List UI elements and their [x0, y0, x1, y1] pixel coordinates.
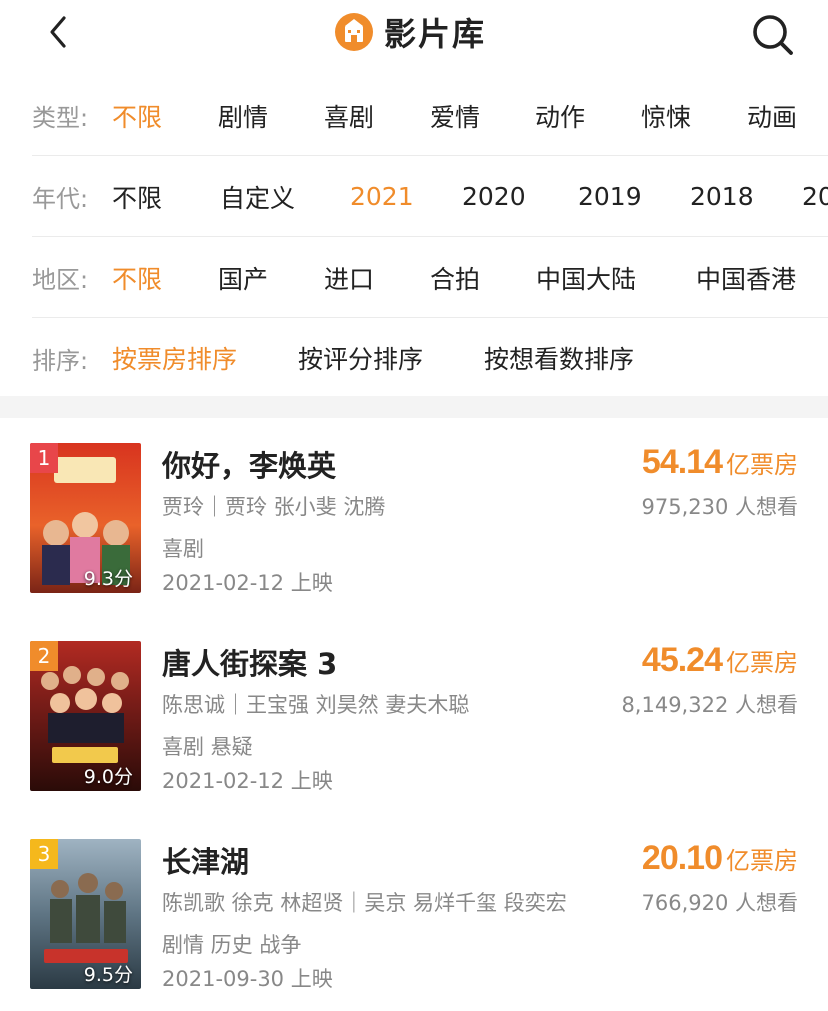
region-option-mainland[interactable]: 中国大陆 [536, 260, 636, 296]
movie-list-item[interactable]: 2 9.0分 唐人街探案 3 陈思诚｜王宝强 刘昊然 妻夫木聪 喜剧 悬疑 20… [0, 641, 828, 793]
genre-option-animation[interactable]: 动画 [747, 98, 797, 134]
filter-row-genre: 类型: 不限 剧情 喜剧 爱情 动作 惊悚 动画 [32, 76, 828, 156]
region-option-domestic[interactable]: 国产 [218, 260, 268, 296]
poster-score: 9.5分 [83, 964, 133, 986]
year-option-all[interactable]: 不限 [112, 179, 162, 215]
sort-option-wanttosee[interactable]: 按想看数排序 [484, 340, 634, 376]
box-office: 45.24 亿票房 [642, 641, 798, 680]
box-office-unit: 亿票房 [726, 451, 798, 479]
movie-title: 你好，李焕英 [162, 449, 337, 483]
year-option-custom[interactable]: 自定义 [220, 179, 295, 215]
filter-row-region: 地区: 不限 国产 进口 合拍 中国大陆 中国香港 [32, 238, 828, 318]
top-bar: 影片库 [0, 0, 828, 70]
genre-option-romance[interactable]: 爱情 [430, 98, 480, 134]
poster-score: 9.3分 [83, 568, 133, 590]
box-office: 54.14 亿票房 [642, 443, 798, 482]
sort-option-boxoffice[interactable]: 按票房排序 [112, 340, 237, 376]
genre-option-action[interactable]: 动作 [535, 98, 585, 134]
movie-poster[interactable]: 3 9.5分 [30, 839, 141, 989]
box-office-unit: 亿票房 [726, 847, 798, 875]
year-option-2019[interactable]: 2019 [578, 182, 642, 211]
region-option-imported[interactable]: 进口 [324, 260, 374, 296]
movie-credits: 陈凯歌 徐克 林超贤｜吴京 易烊千玺 段奕宏 [162, 891, 567, 915]
genre-option-drama[interactable]: 剧情 [218, 98, 268, 134]
genre-option-comedy[interactable]: 喜剧 [324, 98, 374, 134]
year-option-2021[interactable]: 2021 [350, 182, 414, 211]
movie-genre: 剧情 历史 战争 [162, 933, 302, 957]
movie-title: 长津湖 [162, 845, 250, 879]
movie-list-item[interactable]: 1 9.3分 你好，李焕英 贾玲｜贾玲 张小斐 沈腾 喜剧 2021-02-12… [0, 443, 828, 595]
search-icon[interactable] [748, 10, 796, 58]
year-option-truncated[interactable]: 20 [802, 182, 828, 211]
movie-release-date: 2021-02-12 上映 [162, 769, 333, 793]
movie-credits: 陈思诚｜王宝强 刘昊然 妻夫木聪 [162, 693, 470, 717]
poster-score: 9.0分 [83, 766, 133, 788]
filter-label-sort: 排序: [32, 346, 89, 375]
filter-row-sort: 排序: 按票房排序 按评分排序 按想看数排序 [32, 318, 828, 398]
year-option-2018[interactable]: 2018 [690, 182, 754, 211]
region-option-all[interactable]: 不限 [112, 260, 162, 296]
region-option-coproduction[interactable]: 合拍 [430, 260, 480, 296]
movie-genre: 喜剧 [162, 537, 204, 561]
filter-row-year: 年代: 不限 自定义 2021 2020 2019 2018 20 [32, 157, 828, 237]
filter-label-genre: 类型: [32, 104, 89, 132]
movie-poster[interactable]: 2 9.0分 [30, 641, 141, 791]
section-divider [0, 396, 828, 418]
want-to-see-count: 766,920 人想看 [641, 891, 798, 915]
movie-release-date: 2021-09-30 上映 [162, 967, 333, 991]
rank-badge: 3 [30, 839, 58, 869]
genre-option-thriller[interactable]: 惊悚 [641, 98, 691, 134]
movie-genre: 喜剧 悬疑 [162, 735, 253, 759]
year-option-2020[interactable]: 2020 [462, 182, 526, 211]
want-to-see-count: 8,149,322 人想看 [621, 693, 798, 717]
genre-option-all[interactable]: 不限 [112, 98, 162, 134]
region-option-hongkong[interactable]: 中国香港 [696, 260, 796, 296]
sort-option-rating[interactable]: 按评分排序 [298, 340, 423, 376]
box-office-value: 45.24 [641, 641, 723, 679]
rank-badge: 1 [30, 443, 58, 473]
movie-release-date: 2021-02-12 上映 [162, 571, 333, 595]
box-office-value: 20.10 [641, 839, 723, 877]
movie-credits: 贾玲｜贾玲 张小斐 沈腾 [162, 495, 386, 519]
back-arrow-icon[interactable] [42, 12, 82, 52]
want-to-see-count: 975,230 人想看 [641, 495, 798, 519]
film-library-logo-icon [335, 13, 373, 51]
movie-title: 唐人街探案 3 [162, 647, 338, 681]
box-office-unit: 亿票房 [726, 649, 798, 677]
title-group: 影片库 [334, 10, 486, 54]
movie-poster[interactable]: 1 9.3分 [30, 443, 141, 593]
filter-label-year: 年代: [32, 185, 89, 213]
filter-label-region: 地区: [32, 266, 89, 294]
box-office: 20.10 亿票房 [642, 839, 798, 878]
movie-list-item[interactable]: 3 9.5分 长津湖 陈凯歌 徐克 林超贤｜吴京 易烊千玺 段奕宏 剧情 历史 … [0, 839, 828, 991]
box-office-value: 54.14 [641, 443, 723, 481]
rank-badge: 2 [30, 641, 58, 671]
page-title: 影片库 [384, 15, 487, 53]
